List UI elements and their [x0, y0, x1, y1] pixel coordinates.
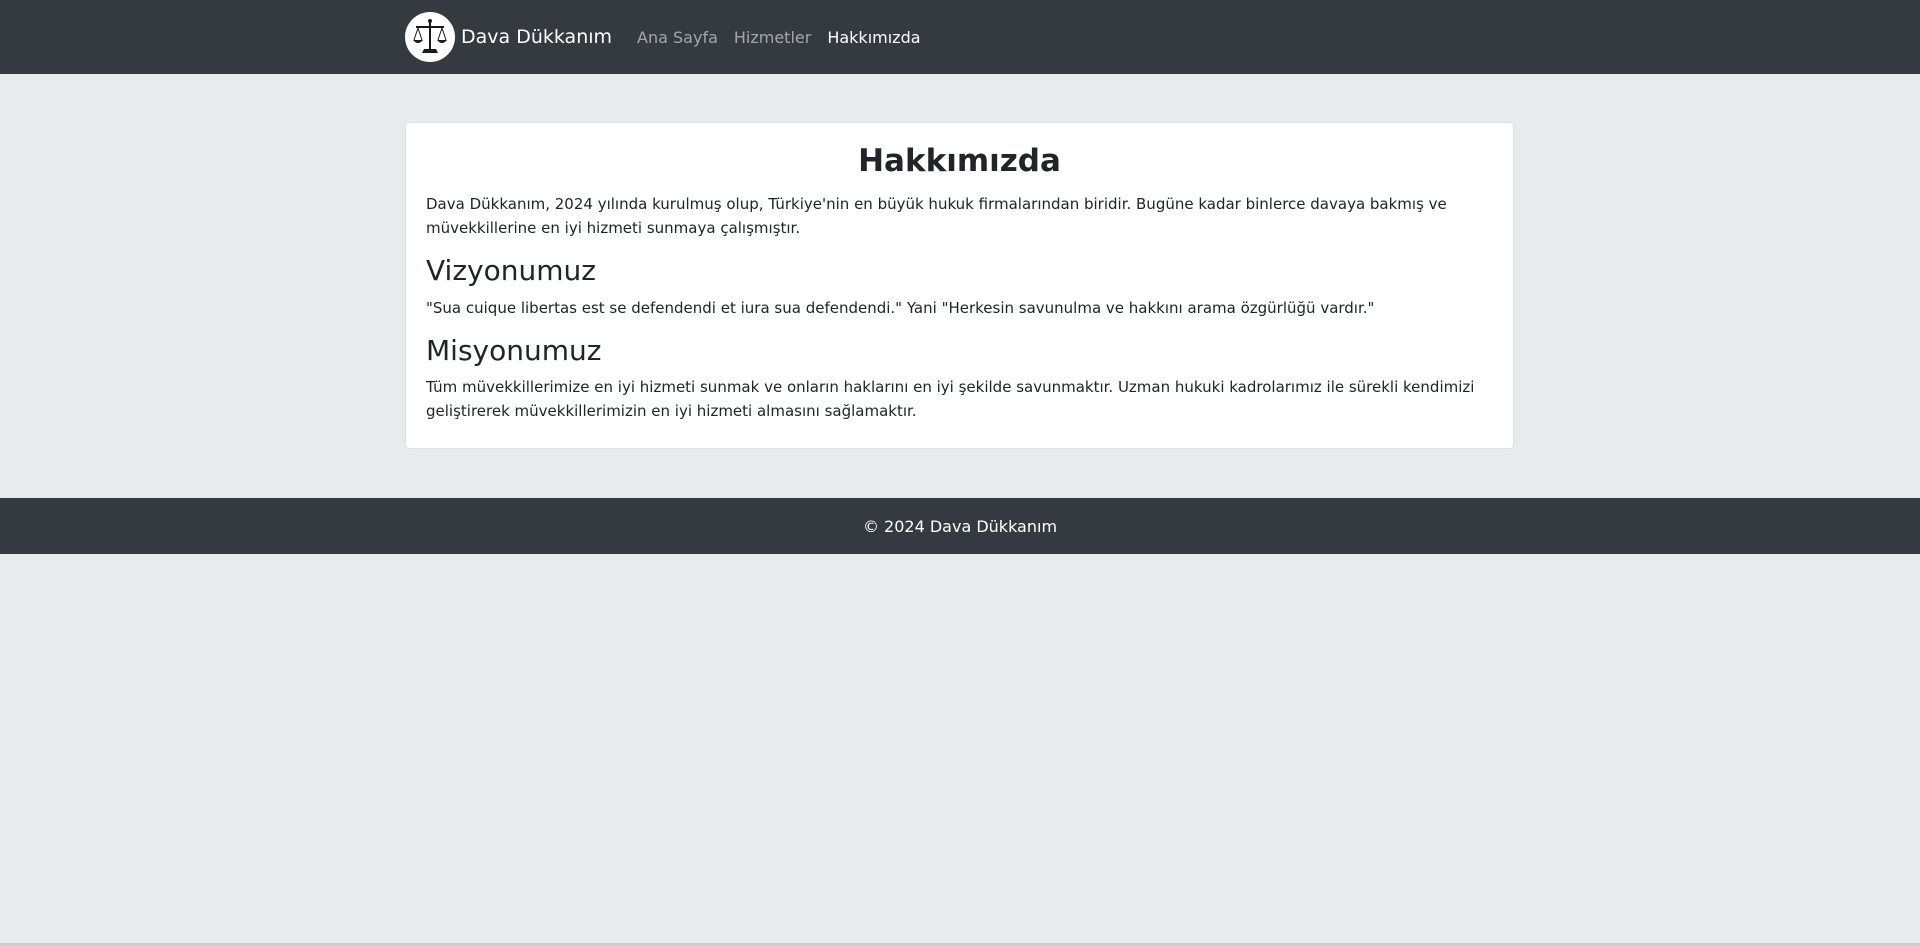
footer: © 2024 Dava Dükkanım [0, 498, 1920, 554]
mission-heading: Misyonumuz [426, 333, 602, 367]
mission-text: Tüm müvekkillerimize en iyi hizmeti sunm… [426, 378, 1475, 421]
page-title: Hakkımızda [858, 143, 1061, 179]
vision-heading: Vizyonumuz [426, 254, 596, 288]
brand-name: Dava Dükkanım [461, 26, 613, 48]
nav-link-home[interactable]: Ana Sayfa [637, 28, 718, 47]
nav-link-about[interactable]: Hakkımızda [827, 28, 920, 47]
about-card: Hakkımızda Dava Dükkanım, 2024 yılında k… [405, 122, 1514, 449]
navbar-inner: Dava Dükkanım Ana Sayfa Hizmetler Hakkım… [405, 0, 937, 74]
footer-copyright: © 2024 Dava Dükkanım [862, 516, 1058, 536]
navbar: Dava Dükkanım Ana Sayfa Hizmetler Hakkım… [0, 0, 1920, 74]
vision-text: "Sua cuique libertas est se defendendi e… [426, 298, 1375, 317]
scales-of-justice-icon [405, 12, 455, 62]
nav-link-services[interactable]: Hizmetler [734, 28, 811, 47]
about-intro: Dava Dükkanım, 2024 yılında kurulmuş olu… [426, 195, 1447, 238]
brand-link[interactable]: Dava Dükkanım [405, 12, 637, 62]
